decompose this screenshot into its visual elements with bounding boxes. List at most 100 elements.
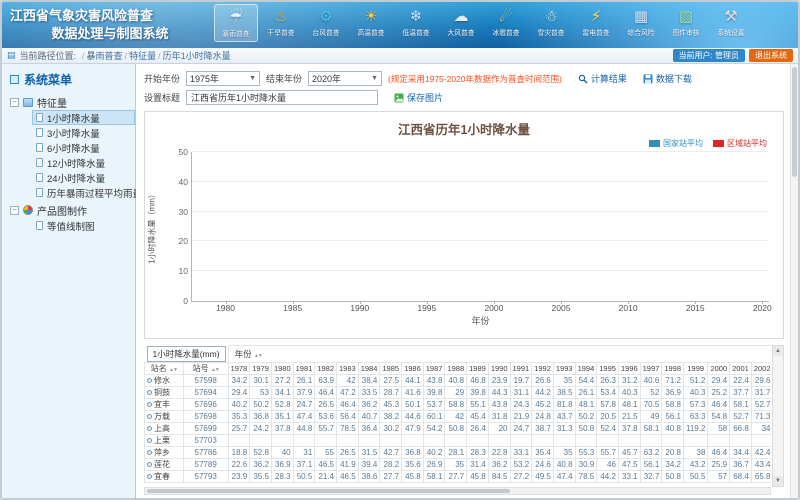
calculate-button[interactable]: 计算结果 bbox=[578, 72, 627, 85]
tree-leaf-等值线制图[interactable]: 等值线制图 bbox=[32, 218, 135, 233]
chart-title-input[interactable] bbox=[186, 90, 378, 105]
value-cell: 36.8 bbox=[402, 446, 424, 458]
year-header-2002[interactable]: 2002 bbox=[751, 362, 771, 374]
value-cell: 31.1 bbox=[510, 386, 532, 398]
nav-item-大风普查[interactable]: ☁大风普查 bbox=[439, 4, 483, 42]
typhoon-icon: ⚙ bbox=[311, 6, 341, 28]
value-cell: 20 bbox=[488, 422, 510, 434]
nav-item-系统设置[interactable]: ⚒系统设置 bbox=[709, 4, 753, 42]
year-header-2001[interactable]: 2001 bbox=[730, 362, 752, 374]
col-id-header[interactable]: 站号 ▲▼ bbox=[183, 362, 228, 374]
table-row[interactable]: 上栗57703 bbox=[145, 434, 772, 446]
year-header-1981[interactable]: 1981 bbox=[293, 362, 315, 374]
end-year-select[interactable]: 2020年 ▼ bbox=[308, 71, 382, 86]
year-header-1989[interactable]: 1989 bbox=[467, 362, 489, 374]
year-header-1996[interactable]: 1996 bbox=[618, 362, 640, 374]
year-header-1979[interactable]: 1979 bbox=[250, 362, 272, 374]
year-group-header[interactable]: 年份 ▲▼ bbox=[228, 346, 771, 363]
sort-icon[interactable]: ▲▼ bbox=[254, 353, 262, 359]
nav-item-高温普查[interactable]: ☀高温普查 bbox=[349, 4, 393, 42]
year-header-1998[interactable]: 1998 bbox=[662, 362, 684, 374]
year-header-1986[interactable]: 1986 bbox=[402, 362, 424, 374]
year-header-2000[interactable]: 2000 bbox=[708, 362, 730, 374]
value-cell: 36.7 bbox=[730, 458, 752, 470]
sort-icon[interactable]: ▲▼ bbox=[169, 367, 177, 373]
table-row[interactable]: 莲花5778922.636.236.937.146.541.939.428.23… bbox=[145, 458, 772, 470]
save-image-button[interactable]: 保存图片 bbox=[394, 91, 443, 104]
window-vertical-scrollbar[interactable] bbox=[790, 64, 798, 498]
download-label: 数据下载 bbox=[656, 72, 692, 85]
tree-toggle-icon[interactable]: − bbox=[10, 206, 19, 215]
year-header-1991[interactable]: 1991 bbox=[510, 362, 532, 374]
tree-leaf-24小时降水量[interactable]: 24小时降水量 bbox=[32, 170, 135, 185]
legend-item[interactable]: 区域站平均 bbox=[713, 138, 767, 149]
year-header-1985[interactable]: 1985 bbox=[380, 362, 402, 374]
tree-leaf-历年暴雨过程平均雨量[interactable]: 历年暴雨过程平均雨量 bbox=[32, 185, 135, 200]
download-button[interactable]: 数据下载 bbox=[643, 72, 692, 85]
table-row[interactable]: 万载5769835.336.835.147.453.656.440.738.24… bbox=[145, 410, 772, 422]
year-header-1978[interactable]: 1978 bbox=[228, 362, 250, 374]
table-row[interactable]: 宜春5779323.935.528.350.521.446.538.627.74… bbox=[145, 470, 772, 482]
start-year-select[interactable]: 1975年 ▼ bbox=[186, 71, 260, 86]
year-header-1994[interactable]: 1994 bbox=[575, 362, 597, 374]
table-row[interactable]: 萍乡5778618.852.840315526.531.542.736.840.… bbox=[145, 446, 772, 458]
tree-node-特征量[interactable]: − 特征量 bbox=[10, 94, 135, 110]
col-name-header[interactable]: 站名 ▲▼ bbox=[145, 362, 184, 374]
nav-item-冰雹普查[interactable]: ☄冰雹普查 bbox=[484, 4, 528, 42]
year-header-1984[interactable]: 1984 bbox=[358, 362, 380, 374]
tree-leaf-12小时降水量[interactable]: 12小时降水量 bbox=[32, 155, 135, 170]
value-cell: 57.3 bbox=[684, 398, 708, 410]
tree-leaf-6小时降水量[interactable]: 6小时降水量 bbox=[32, 140, 135, 155]
year-header-1980[interactable]: 1980 bbox=[271, 362, 293, 374]
tree-toggle-icon[interactable]: − bbox=[10, 98, 19, 107]
nav-item-雷电普查[interactable]: ⚡雷电普查 bbox=[574, 4, 618, 42]
nav-item-雪灾普查[interactable]: ☃雪灾普查 bbox=[529, 4, 573, 42]
nav-item-低温普查[interactable]: ❄低温普查 bbox=[394, 4, 438, 42]
scroll-up-arrow-icon[interactable]: ▲ bbox=[773, 346, 783, 356]
year-header-1990[interactable]: 1990 bbox=[488, 362, 510, 374]
logout-button[interactable]: 退出系统 bbox=[749, 49, 793, 62]
nav-item-图件审核[interactable]: ▧图件审核 bbox=[664, 4, 708, 42]
year-header-1992[interactable]: 1992 bbox=[532, 362, 554, 374]
value-cell: 46.4 bbox=[337, 398, 359, 410]
sidebar-title: 系统菜单 bbox=[2, 64, 135, 94]
year-header-1988[interactable]: 1988 bbox=[445, 362, 467, 374]
value-cell: 71.3 bbox=[751, 410, 771, 422]
nav-item-台风普查[interactable]: ⚙台风普查 bbox=[304, 4, 348, 42]
breadcrumb-item[interactable]: 历年1小时降水量 bbox=[163, 51, 231, 61]
document-icon bbox=[36, 128, 43, 137]
table-row[interactable]: 修水5759834.230.127.226.163.94238.427.544.… bbox=[145, 374, 772, 386]
table-row[interactable]: 宜丰5769640.250.252.824.726.546.436.245.35… bbox=[145, 398, 772, 410]
table-row[interactable]: 铜鼓5769429.45334.137.946.447.233.528.741.… bbox=[145, 386, 772, 398]
scroll-down-arrow-icon[interactable]: ▼ bbox=[773, 476, 783, 486]
vertical-scroll-thumb[interactable] bbox=[792, 67, 797, 177]
table-row[interactable]: 上高5769925.724.237.844.855.778.536.430.24… bbox=[145, 422, 772, 434]
value-cell: 43.2 bbox=[684, 458, 708, 470]
value-cell: 35.1 bbox=[271, 410, 293, 422]
drought-icon: ♨ bbox=[266, 6, 296, 28]
table-horizontal-scrollbar[interactable] bbox=[144, 487, 771, 495]
table-vertical-scrollbar[interactable]: ▲ ▼ bbox=[772, 345, 784, 487]
year-header-1987[interactable]: 1987 bbox=[423, 362, 445, 374]
breadcrumb-item[interactable]: 特征量 bbox=[129, 51, 156, 61]
tree-node-label: 特征量 bbox=[37, 95, 67, 110]
horizontal-scroll-thumb[interactable] bbox=[147, 489, 510, 493]
value-cell: 53.6 bbox=[315, 410, 337, 422]
nav-bar: ☔暴雨普查♨干旱普查⚙台风普查☀高温普查❄低温普查☁大风普查☄冰雹普查☃雪灾普查… bbox=[214, 4, 754, 42]
year-header-1999[interactable]: 1999 bbox=[684, 362, 708, 374]
value-cell: 35.3 bbox=[228, 410, 250, 422]
legend-item[interactable]: 国家站平均 bbox=[649, 138, 703, 149]
tree-leaf-1小时降水量[interactable]: 1小时降水量 bbox=[32, 110, 135, 125]
nav-item-暴雨普查[interactable]: ☔暴雨普查 bbox=[214, 4, 258, 42]
year-header-1982[interactable]: 1982 bbox=[315, 362, 337, 374]
sort-icon[interactable]: ▲▼ bbox=[211, 367, 219, 373]
year-header-1993[interactable]: 1993 bbox=[553, 362, 575, 374]
tree-leaf-3小时降水量[interactable]: 3小时降水量 bbox=[32, 125, 135, 140]
year-header-1983[interactable]: 1983 bbox=[337, 362, 359, 374]
year-header-1997[interactable]: 1997 bbox=[640, 362, 662, 374]
tree-node-产品图制作[interactable]: −产品图制作 bbox=[10, 202, 135, 218]
nav-item-综合风险[interactable]: ▦综合风险 bbox=[619, 4, 663, 42]
year-header-1995[interactable]: 1995 bbox=[597, 362, 619, 374]
nav-item-干旱普查[interactable]: ♨干旱普查 bbox=[259, 4, 303, 42]
breadcrumb-item[interactable]: 暴雨普查 bbox=[87, 51, 123, 61]
